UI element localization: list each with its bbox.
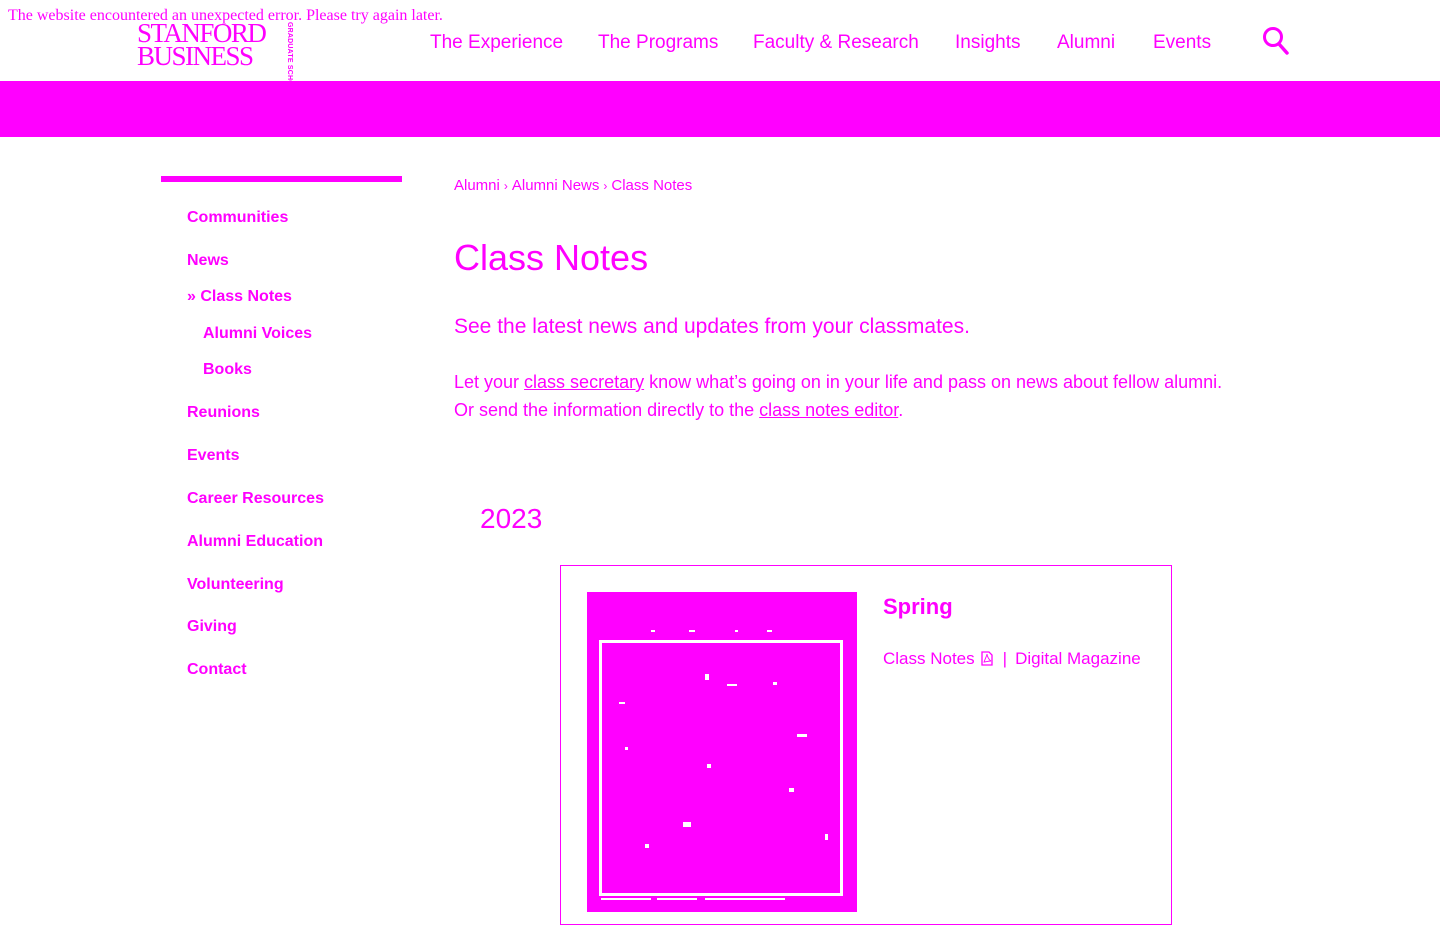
cover-frame	[599, 640, 843, 896]
issue-card: Spring Class Notes | Digital Magazine	[560, 565, 1172, 925]
sidebar-item-communities[interactable]: Communities	[187, 208, 288, 228]
magazine-cover-image[interactable]	[587, 592, 857, 912]
class-notes-pdf-link[interactable]: Class Notes	[883, 649, 975, 668]
class-notes-editor-link[interactable]: class notes editor	[759, 400, 898, 420]
breadcrumb-separator: ›	[503, 179, 508, 193]
sidebar-item-class-notes[interactable]: » Class Notes	[187, 287, 292, 307]
breadcrumb: Alumni › Alumni News › Class Notes	[454, 176, 692, 196]
sidebar-item-label: Class Notes	[200, 288, 292, 305]
breadcrumb-class-notes[interactable]: Class Notes	[611, 177, 692, 194]
breadcrumb-alumni-news[interactable]: Alumni News	[512, 177, 600, 194]
sidebar-item-contact[interactable]: Contact	[187, 660, 247, 680]
error-message: The website encountered an unexpected er…	[8, 7, 443, 24]
digital-magazine-link[interactable]: Digital Magazine	[1015, 649, 1141, 668]
search-icon[interactable]	[1262, 26, 1290, 56]
sidebar-item-volunteering[interactable]: Volunteering	[187, 575, 284, 595]
section-banner	[0, 81, 1440, 137]
sidebar-item-reunions[interactable]: Reunions	[187, 403, 260, 423]
intro-text-1: Let your	[454, 372, 525, 392]
nav-insights[interactable]: Insights	[955, 30, 1020, 56]
breadcrumb-alumni[interactable]: Alumni	[454, 177, 500, 194]
pdf-file-icon	[980, 650, 993, 672]
sidebar-item-alumni-voices[interactable]: Alumni Voices	[203, 324, 312, 344]
intro-text-3: .	[898, 400, 904, 420]
intro-lede: See the latest news and updates from you…	[454, 315, 970, 338]
issue-links: Class Notes | Digital Magazine	[883, 648, 1141, 672]
logo-side-text: GRADUATE SCHOOL OF	[286, 22, 293, 109]
nav-alumni[interactable]: Alumni	[1057, 30, 1115, 56]
nav-the-experience[interactable]: The Experience	[430, 30, 563, 56]
class-secretary-link[interactable]: class secretary	[524, 372, 644, 392]
sidebar-item-news[interactable]: News	[187, 251, 229, 271]
sidebar-item-books[interactable]: Books	[203, 360, 252, 380]
sidebar-item-events[interactable]: Events	[187, 446, 239, 466]
sidebar-item-alumni-education[interactable]: Alumni Education	[187, 532, 323, 552]
page-title: Class Notes	[454, 237, 649, 278]
sidebar	[161, 176, 402, 182]
logo-line-business: BUSINESS	[137, 41, 254, 71]
intro-paragraph: Let your class secretary know what’s goi…	[454, 368, 1224, 424]
nav-faculty-research[interactable]: Faculty & Research	[753, 30, 919, 56]
links-separator: |	[1002, 649, 1008, 668]
nav-events[interactable]: Events	[1153, 30, 1211, 56]
breadcrumb-separator: ›	[603, 179, 608, 193]
active-marker-icon: »	[187, 288, 196, 305]
year-heading: 2023	[480, 503, 543, 534]
nav-the-programs[interactable]: The Programs	[598, 30, 718, 56]
sidebar-top-rule	[161, 176, 402, 182]
sidebar-item-giving[interactable]: Giving	[187, 617, 237, 637]
stanford-gsb-logo[interactable]: STANFORD BUSINESS GRADUATE SCHOOL OF	[137, 20, 297, 109]
sidebar-item-career-resources[interactable]: Career Resources	[187, 489, 324, 509]
issue-season: Spring	[883, 594, 953, 619]
